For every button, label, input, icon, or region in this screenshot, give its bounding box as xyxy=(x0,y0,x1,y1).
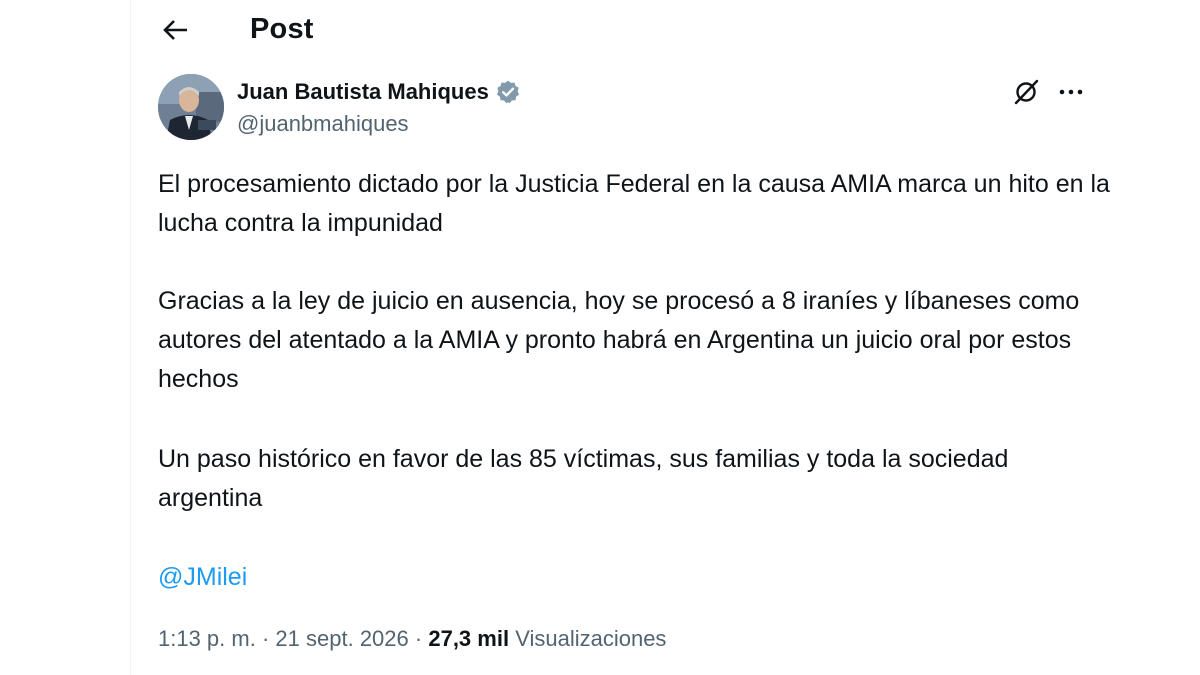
grok-icon xyxy=(1014,79,1039,105)
grok-button[interactable] xyxy=(1010,76,1042,108)
views-count: 27,3 mil xyxy=(428,626,510,651)
tweet-time[interactable]: 1:13 p. m. xyxy=(158,626,256,651)
more-button[interactable] xyxy=(1054,76,1088,108)
tweet-date[interactable]: 21 sept. 2026 xyxy=(275,626,408,651)
mention-link[interactable]: @JMilei xyxy=(158,558,247,597)
tweet-paragraph: El procesamiento dictado por la Justicia… xyxy=(158,170,1110,237)
tweet-paragraph: Un paso histórico en favor de las 85 víc… xyxy=(158,445,1009,512)
arrow-left-icon xyxy=(163,20,187,40)
post-page: Post Juan Bautista Mahiques @juanbmahiqu… xyxy=(0,0,1200,675)
author-handle[interactable]: @juanbmahiques xyxy=(237,110,409,138)
author-name[interactable]: Juan Bautista Mahiques xyxy=(237,77,521,107)
more-horizontal-icon xyxy=(1059,89,1083,95)
views-label: Visualizaciones xyxy=(515,626,667,651)
tweet-paragraph: Gracias a la ley de juicio en ausencia, … xyxy=(158,287,1080,393)
author-name-text: Juan Bautista Mahiques xyxy=(237,79,489,104)
back-button[interactable] xyxy=(156,12,196,48)
page-title: Post xyxy=(250,13,314,45)
column-divider xyxy=(130,0,131,675)
tweet-meta: 1:13 p. m. · 21 sept. 2026 · 27,3 mil Vi… xyxy=(158,622,666,656)
verified-badge-icon xyxy=(495,79,521,105)
avatar[interactable] xyxy=(158,74,224,140)
meta-separator: · xyxy=(414,626,423,651)
avatar-photo xyxy=(158,74,224,140)
meta-separator: · xyxy=(261,626,270,651)
